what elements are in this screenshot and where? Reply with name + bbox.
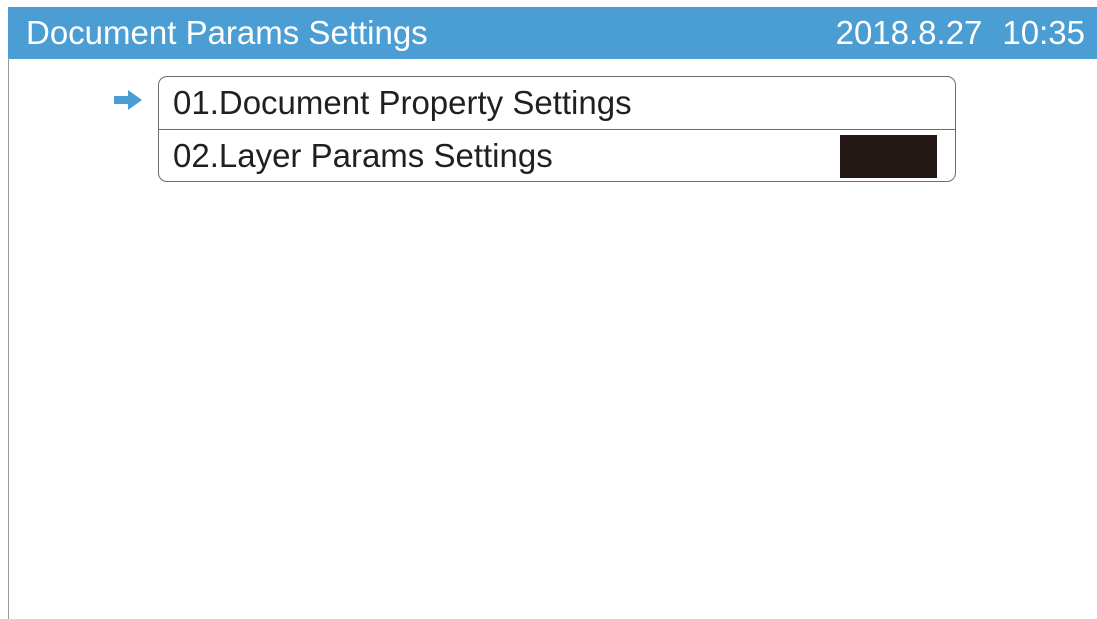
screen-border — [8, 58, 9, 619]
menu-item-layer-params[interactable]: 02.Layer Params Settings — [159, 129, 955, 181]
cursor-block — [840, 135, 937, 178]
menu-item-label: 02.Layer Params Settings — [173, 137, 553, 174]
menu-item-label: 01.Document Property Settings — [173, 84, 632, 121]
arrow-right-icon — [113, 89, 143, 111]
device-screen: Document Params Settings 2018.8.27 10:35 … — [0, 0, 1097, 619]
time-label: 10:35 — [1002, 14, 1085, 51]
datetime-display: 2018.8.27 10:35 — [836, 15, 1085, 51]
menu-item-document-property[interactable]: 01.Document Property Settings — [159, 77, 955, 129]
date-label: 2018.8.27 — [835, 14, 983, 51]
page-title: Document Params Settings — [26, 14, 428, 51]
settings-menu: 01.Document Property Settings 02.Layer P… — [158, 76, 956, 182]
title-bar: Document Params Settings 2018.8.27 10:35 — [8, 7, 1097, 59]
